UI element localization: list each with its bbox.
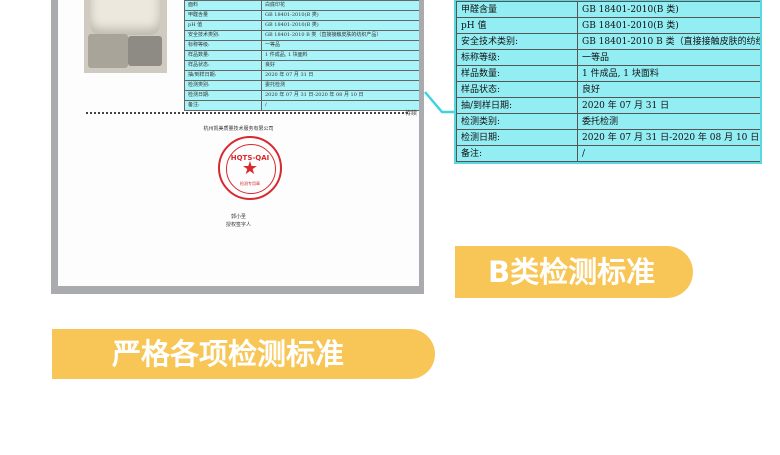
report-row-value: 2020 年 07 月 31 日: [261, 70, 419, 81]
report-row-value: 白底印花: [261, 0, 419, 11]
report-row-label: 检测日期:: [184, 90, 262, 101]
zoom-row-value: /: [577, 145, 760, 162]
strict-standards-banner: 严格各项检测标准: [52, 329, 435, 379]
report-row-label: 标称等级:: [184, 40, 262, 51]
zoom-row: pH 值 GB 18401-2010(B 类): [456, 17, 760, 34]
report-row: 样品状态: 良好: [184, 60, 419, 71]
fabric-swatch-dark: [128, 36, 162, 66]
report-row: 备注: /: [184, 100, 419, 111]
report-row: 甲醛含量GB 18401-2010(B 类)符合: [184, 10, 419, 21]
star-icon: ★: [241, 158, 259, 179]
signer-role: 授权签字人: [225, 222, 251, 228]
report-row: 安全技术类别: GB 18401-2010 B 类（直接接触皮肤的纺织产品）: [184, 30, 419, 41]
zoom-row-label: 甲醛含量: [456, 1, 578, 18]
dotted-divider: [86, 112, 408, 114]
report-row: 标称等级: 一等品: [184, 40, 419, 51]
zoom-row-value: 2020 年 07 月 31 日: [577, 97, 760, 114]
report-row-label: 样品数量:: [184, 50, 262, 61]
report-row-value: 委托检测: [261, 80, 419, 91]
report-row-label: 抽/到样日期:: [184, 70, 262, 81]
inspection-seal: HQTS-QAI ★ 检测专用章: [218, 136, 282, 200]
zoom-row-value: 一等品: [577, 49, 760, 66]
report-row-label: pH 值: [184, 20, 262, 31]
report-row: 检测类别: 委托检测: [184, 80, 419, 91]
zoom-row-label: 样品数量:: [456, 65, 578, 82]
zoom-row: 抽/到样日期: 2020 年 07 月 31 日: [456, 97, 760, 114]
report-row-value: 1 件成品, 1 块面料: [261, 50, 419, 61]
zoom-row-label: 样品状态:: [456, 81, 578, 98]
report-row: 样品数量: 1 件成品, 1 块面料: [184, 50, 419, 61]
zoom-row: 标称等级: 一等品: [456, 49, 760, 66]
zoom-row: 甲醛含量 GB 18401-2010(B 类): [456, 1, 760, 18]
zoom-row: 检测类别: 委托检测: [456, 113, 760, 130]
zoom-row: 样品数量: 1 件成品, 1 块面料: [456, 65, 760, 82]
report-row-value: GB 18401-2010 B 类（直接接触皮肤的纺织产品）: [261, 30, 419, 41]
seal-subtitle: 检测专用章: [240, 181, 260, 186]
report-row-label: 检测类别:: [184, 80, 262, 91]
zoom-row-label: pH 值: [456, 17, 578, 34]
report-row-label: 备注:: [184, 100, 262, 111]
zoom-row-label: 标称等级:: [456, 49, 578, 66]
zoom-row-label: 检测类别:: [456, 113, 578, 130]
pillow-shape: [90, 0, 160, 35]
report-row-label: 样品状态:: [184, 60, 262, 71]
zoom-row-value: GB 18401-2010(B 类): [577, 17, 760, 34]
report-page: 面料白底印花甲醛含量GB 18401-2010(B 类)符合pH 值GB 184…: [58, 0, 419, 286]
report-row-label: 安全技术类别:: [184, 30, 262, 41]
product-photo: [84, 0, 167, 73]
report-row-label: 面料: [184, 0, 262, 11]
zoom-row-value: GB 18401-2010 B 类（直接接触皮肤的纺织: [577, 33, 760, 50]
zoom-row-label: 安全技术类别:: [456, 33, 578, 50]
zoom-row: 安全技术类别: GB 18401-2010 B 类（直接接触皮肤的纺织: [456, 33, 760, 50]
zoom-row: 检测日期: 2020 年 07 月 31 日-2020 年 08 月 10 日: [456, 129, 760, 146]
report-row-value: GB 18401-2010(B 类): [261, 10, 419, 21]
signer-name: 郭小圣: [230, 214, 246, 220]
report-row: 面料 白底印花: [184, 0, 419, 11]
report-row: pH 值GB 18401-2010(B 类)符合: [184, 20, 419, 31]
report-row-value: 2020 年 07 月 31 日-2020 年 08 月 10 日: [261, 90, 419, 101]
b-class-standard-banner: B类检测标准: [455, 246, 693, 298]
zoom-row-value: 1 件成品, 1 块面料: [577, 65, 760, 82]
report-table: 面料白底印花甲醛含量GB 18401-2010(B 类)符合pH 值GB 184…: [184, 0, 419, 111]
fabric-swatch: [88, 34, 128, 68]
zoom-row-value: GB 18401-2010(B 类): [577, 1, 760, 18]
zoom-row-value: 良好: [577, 81, 760, 98]
zoom-row-label: 检测日期:: [456, 129, 578, 146]
report-row: 抽/到样日期: 2020 年 07 月 31 日: [184, 70, 419, 81]
connector-line: [424, 91, 454, 114]
report-row: 检测日期: 2020 年 07 月 31 日-2020 年 08 月 10 日: [184, 90, 419, 101]
zoom-row-value: 2020 年 07 月 31 日-2020 年 08 月 10 日: [577, 129, 760, 146]
company-name: 杭州凯美质量技术服务有限公司: [203, 126, 274, 132]
zoom-row: 样品状态: 良好: [456, 81, 760, 98]
report-row-value: GB 18401-2010(B 类): [261, 20, 419, 31]
zoom-row: 备注: /: [456, 145, 760, 162]
zoomed-table-grid: 甲醛含量 GB 18401-2010(B 类) pH 值 GB 18401-2010(…: [456, 1, 760, 162]
report-row-value: /: [261, 100, 419, 111]
zoom-row-label: 备注:: [456, 145, 578, 162]
report-row-label: 甲醛含量: [184, 10, 262, 21]
zoomed-table: 甲醛含量 GB 18401-2010(B 类) pH 值 GB 18401-2010(…: [454, 0, 762, 164]
zoom-row-value: 委托检测: [577, 113, 760, 130]
report-row-value: 一等品: [261, 40, 419, 51]
continued-label: 待续: [405, 110, 418, 117]
report-row-value: 良好: [261, 60, 419, 71]
zoom-row-label: 抽/到样日期:: [456, 97, 578, 114]
